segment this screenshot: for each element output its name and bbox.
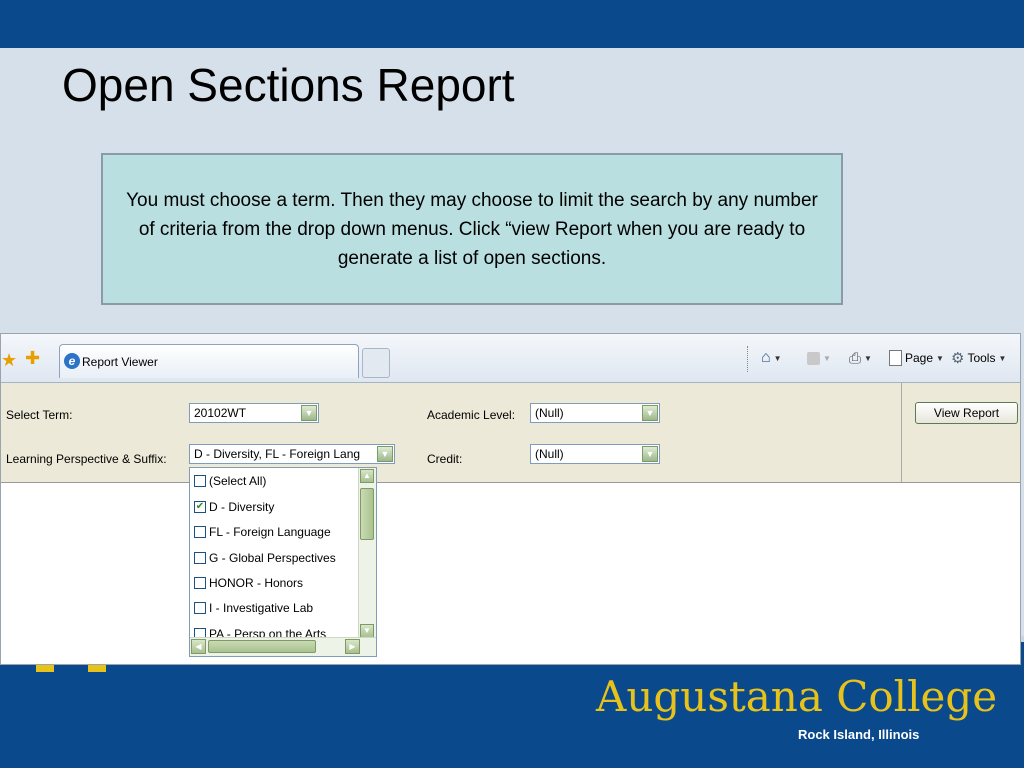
home-icon: ⌂: [761, 349, 771, 366]
print-button[interactable]: ⎙ ▼: [849, 348, 872, 368]
list-item[interactable]: G - Global Perspectives: [194, 549, 336, 567]
list-item-label: FL - Foreign Language: [209, 525, 331, 539]
scroll-thumb[interactable]: [360, 488, 374, 540]
chevron-down-icon: ▼: [936, 353, 944, 363]
page-menu-button[interactable]: Page ▼: [889, 348, 944, 368]
term-value: 20102WT: [194, 406, 247, 420]
tools-menu-button[interactable]: ⚙ Tools ▼: [951, 348, 1006, 368]
new-tab-button[interactable]: [362, 348, 390, 378]
checkbox-icon[interactable]: ✔: [194, 501, 206, 513]
chevron-down-icon[interactable]: ▼: [301, 405, 317, 421]
checkbox-icon[interactable]: [194, 526, 206, 538]
learning-perspective-dropdown-list: (Select All) ✔ D - Diversity FL - Foreig…: [189, 467, 377, 657]
toolbar-separator: [747, 346, 749, 372]
favorites-star-icon[interactable]: ★: [1, 350, 17, 371]
scroll-right-icon[interactable]: ▶: [345, 639, 360, 654]
term-select[interactable]: 20102WT ▼: [189, 403, 319, 423]
list-item[interactable]: HONOR - Honors: [194, 574, 303, 592]
checkbox-icon[interactable]: [194, 602, 206, 614]
chevron-down-icon[interactable]: ▼: [642, 405, 658, 421]
checkbox-icon[interactable]: [194, 577, 206, 589]
chevron-down-icon[interactable]: ▼: [642, 446, 658, 462]
credit-label: Credit:: [427, 452, 463, 466]
page-menu-label: Page: [905, 351, 934, 365]
list-item-label: D - Diversity: [209, 500, 275, 514]
vertical-scrollbar[interactable]: ▲ ▼: [358, 468, 376, 639]
checkbox-icon[interactable]: [194, 552, 206, 564]
gear-icon: ⚙: [951, 350, 965, 367]
chevron-down-icon: ▼: [998, 353, 1007, 363]
list-item-label: (Select All): [209, 474, 267, 488]
chevron-down-icon: ▼: [864, 353, 872, 363]
chevron-down-icon: ▼: [773, 353, 782, 363]
add-favorite-icon[interactable]: ✚: [25, 348, 40, 369]
list-item[interactable]: (Select All): [194, 472, 266, 490]
academic-level-value: (Null): [535, 406, 564, 420]
feeds-button[interactable]: ▼: [807, 348, 831, 368]
page-icon: [889, 350, 902, 366]
tab-report-viewer[interactable]: e Report Viewer: [59, 344, 359, 378]
credit-select[interactable]: (Null) ▼: [530, 444, 660, 464]
tab-label: Report Viewer: [82, 355, 158, 369]
checkbox-icon[interactable]: [194, 475, 206, 487]
top-band: [0, 0, 1024, 48]
learning-perspective-value: D - Diversity, FL - Foreign Lang: [194, 447, 361, 461]
academic-level-select[interactable]: (Null) ▼: [530, 403, 660, 423]
instruction-callout: You must choose a term. Then they may ch…: [101, 153, 843, 305]
list-item[interactable]: FL - Foreign Language: [194, 523, 331, 541]
chevron-down-icon[interactable]: ▼: [377, 446, 393, 462]
ie-icon: e: [64, 353, 80, 369]
list-item-label: HONOR - Honors: [209, 576, 304, 590]
learning-perspective-label: Learning Perspective & Suffix:: [6, 452, 167, 466]
home-button[interactable]: ⌂ ▼: [761, 348, 782, 368]
report-parameters-panel: Select Term: 20102WT ▼ Learning Perspect…: [1, 383, 1020, 483]
college-location: Rock Island, Illinois: [798, 727, 920, 742]
tools-menu-label: Tools: [967, 351, 996, 365]
list-item-label: I - Investigative Lab: [209, 601, 314, 615]
panel-divider: [901, 383, 902, 482]
list-item[interactable]: ✔ D - Diversity: [194, 498, 274, 516]
browser-window: ★ ✚ e Report Viewer ⌂ ▼ ▼ ⎙ ▼ Page ▼ ⚙ Tools…: [0, 333, 1021, 665]
chevron-down-icon: ▼: [823, 353, 831, 363]
scroll-up-icon[interactable]: ▲: [360, 469, 374, 483]
scroll-down-icon[interactable]: ▼: [360, 624, 374, 638]
list-item[interactable]: I - Investigative Lab: [194, 599, 313, 617]
view-report-button[interactable]: View Report: [915, 402, 1018, 424]
term-label: Select Term:: [6, 408, 73, 422]
slide-title: Open Sections Report: [62, 59, 515, 111]
scroll-thumb[interactable]: [208, 640, 316, 653]
instruction-text: You must choose a term. Then they may ch…: [126, 189, 818, 269]
college-name: Augustana College: [596, 672, 998, 721]
print-icon: ⎙: [849, 349, 862, 367]
learning-perspective-select[interactable]: D - Diversity, FL - Foreign Lang ▼: [189, 444, 395, 464]
horizontal-scrollbar[interactable]: ◀ ▶: [190, 637, 376, 656]
credit-value: (Null): [535, 447, 564, 461]
list-item-label: G - Global Perspectives: [209, 551, 336, 565]
academic-level-label: Academic Level:: [427, 408, 516, 422]
browser-toolbar: ★ ✚ e Report Viewer ⌂ ▼ ▼ ⎙ ▼ Page ▼ ⚙ Tools…: [1, 334, 1020, 383]
scroll-left-icon[interactable]: ◀: [191, 639, 206, 654]
feed-icon: [807, 351, 820, 365]
